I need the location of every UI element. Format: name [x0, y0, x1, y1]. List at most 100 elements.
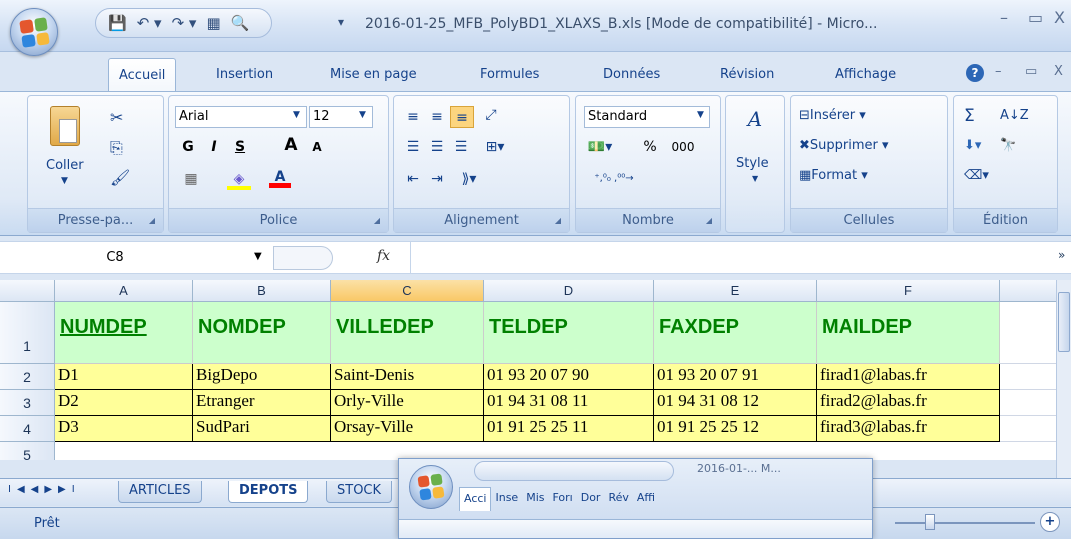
save-icon[interactable]: 💾: [108, 14, 127, 32]
style-icon[interactable]: A: [740, 108, 770, 130]
cell-faxdep-row4[interactable]: 01 91 25 25 12: [654, 416, 817, 442]
cell-villedep-row2[interactable]: Saint-Denis: [331, 364, 484, 390]
merge-center-icon[interactable]: ⊞▾: [480, 136, 510, 158]
cell-nomdep-row4[interactable]: SudPari: [193, 416, 331, 442]
zoom-thumb[interactable]: [925, 514, 935, 530]
overlay-tab-revision[interactable]: Rév: [604, 487, 632, 511]
number-format-combo[interactable]: Standard: [584, 106, 710, 128]
help-icon[interactable]: ?: [966, 64, 984, 82]
maximize-button[interactable]: ▭: [1028, 8, 1043, 27]
ribbon-minimize-button[interactable]: –: [995, 64, 1002, 79]
align-right-icon[interactable]: ☰: [450, 136, 472, 158]
tab-revision[interactable]: Révision: [710, 58, 784, 92]
row-header-2[interactable]: 2: [0, 364, 55, 390]
worksheet-grid[interactable]: A B C D E F 1 2 3 4 5 NUMDEP NOMDEP VILL…: [0, 280, 1060, 460]
font-name-dropdown-icon[interactable]: ▼: [293, 110, 300, 120]
header-cell-villedep[interactable]: VILLEDEP: [331, 302, 484, 364]
cell-teldep-row3[interactable]: 01 94 31 08 11: [484, 390, 654, 416]
header-cell-faxdep[interactable]: FAXDEP: [654, 302, 817, 364]
border-icon[interactable]: ▦: [179, 168, 203, 190]
find-icon[interactable]: 🔭: [1000, 138, 1016, 153]
overlay-tab-mise-en-page[interactable]: Mis: [522, 487, 548, 511]
cell-faxdep-row2[interactable]: 01 93 20 07 91: [654, 364, 817, 390]
undo-icon[interactable]: ↶ ▾: [137, 14, 162, 32]
vertical-scrollbar[interactable]: [1056, 280, 1071, 478]
header-cell-maildep[interactable]: MAILDEP: [817, 302, 1000, 364]
cell-nomdep-row2[interactable]: BigDepo: [193, 364, 331, 390]
row-header-4[interactable]: 4: [0, 416, 55, 442]
increase-indent-icon[interactable]: ⇥: [426, 168, 448, 190]
tab-accueil[interactable]: Accueil: [108, 58, 177, 92]
formula-input[interactable]: [410, 242, 1050, 273]
overlay-office-button[interactable]: [409, 465, 453, 509]
align-middle-icon[interactable]: ≡: [426, 106, 448, 128]
align-top-icon[interactable]: ≡: [402, 106, 424, 128]
overlay-tab-affichage[interactable]: Affi: [633, 487, 659, 511]
row-header-1[interactable]: 1: [0, 302, 55, 364]
format-button[interactable]: ▦Format ▾: [799, 168, 868, 183]
fill-icon[interactable]: ⬇▾: [964, 138, 981, 153]
style-button[interactable]: Style: [736, 156, 769, 171]
sheet-tab-depots[interactable]: DEPOTS: [228, 481, 309, 503]
overlay-tab-donnees[interactable]: Dor: [577, 487, 605, 511]
prev-sheet-button[interactable]: ◀: [31, 484, 45, 495]
italic-button[interactable]: I: [203, 136, 225, 158]
tab-mise-en-page[interactable]: Mise en page: [320, 58, 427, 92]
column-header-c[interactable]: C: [331, 280, 484, 302]
insert-button[interactable]: ⊟Insérer ▾: [799, 108, 866, 123]
font-launcher-icon[interactable]: ◢: [371, 215, 383, 227]
cell-teldep-row4[interactable]: 01 91 25 25 11: [484, 416, 654, 442]
name-box-dropdown-icon[interactable]: ▼: [254, 251, 262, 262]
delete-button[interactable]: ✖Supprimer ▾: [799, 138, 889, 153]
office-button[interactable]: [10, 8, 58, 56]
decimal-buttons-icon[interactable]: ⁺,⁰₀ ,⁰⁰→: [584, 168, 644, 190]
ribbon-close-button[interactable]: X: [1054, 64, 1063, 79]
cell-numdep-row4[interactable]: D3: [55, 416, 193, 442]
tab-donnees[interactable]: Données: [593, 58, 670, 92]
overlay-tab-accueil[interactable]: Acci: [459, 487, 492, 511]
cell-maildep-row4[interactable]: firad3@labas.fr: [817, 416, 1000, 442]
row-header-5[interactable]: 5: [0, 442, 55, 460]
sheet-tab-articles[interactable]: ARTICLES: [118, 481, 202, 503]
cell-villedep-row3[interactable]: Orly-Ville: [331, 390, 484, 416]
cell-villedep-row4[interactable]: Orsay-Ville: [331, 416, 484, 442]
empty-cell[interactable]: [1000, 390, 1060, 416]
cell-maildep-row2[interactable]: firad1@labas.fr: [817, 364, 1000, 390]
select-all-corner[interactable]: [0, 280, 55, 302]
font-color-icon[interactable]: A: [269, 166, 291, 188]
paste-button[interactable]: Coller: [46, 158, 84, 173]
empty-cell[interactable]: [1000, 416, 1060, 442]
align-bottom-icon[interactable]: ≡: [450, 106, 474, 128]
bold-button[interactable]: G: [177, 136, 199, 158]
format-painter-icon[interactable]: 🖌: [110, 168, 130, 187]
fill-color-icon[interactable]: ◈: [227, 168, 251, 190]
paste-dropdown-icon[interactable]: ▼: [61, 176, 68, 186]
last-sheet-button[interactable]: ▶I: [58, 484, 81, 495]
cell-faxdep-row3[interactable]: 01 94 31 08 12: [654, 390, 817, 416]
number-launcher-icon[interactable]: ◢: [703, 215, 715, 227]
column-header-e[interactable]: E: [654, 280, 817, 302]
cell-numdep-row2[interactable]: D1: [55, 364, 193, 390]
overlay-tab-insertion[interactable]: Inse: [491, 487, 522, 511]
column-header-d[interactable]: D: [484, 280, 654, 302]
copy-icon[interactable]: ⎘: [110, 138, 123, 158]
paste-icon[interactable]: [50, 106, 80, 146]
form-icon[interactable]: ▦: [206, 14, 220, 32]
sum-icon[interactable]: Σ: [964, 106, 975, 126]
style-dropdown-icon[interactable]: ▼: [752, 174, 758, 183]
name-box[interactable]: C8: [0, 242, 230, 273]
header-cell-nomdep[interactable]: NOMDEP: [193, 302, 331, 364]
column-header-b[interactable]: B: [193, 280, 331, 302]
empty-cell[interactable]: [1000, 302, 1060, 364]
cell-numdep-row3[interactable]: D2: [55, 390, 193, 416]
percent-button[interactable]: %: [640, 136, 660, 158]
sort-icon[interactable]: A↓Z: [1000, 108, 1029, 123]
tab-formules[interactable]: Formules: [470, 58, 549, 92]
overlay-excel-window[interactable]: 2016-01-... M... Acci Inse Mis Forı Dor …: [398, 458, 873, 539]
cell-teldep-row2[interactable]: 01 93 20 07 90: [484, 364, 654, 390]
font-name-combo[interactable]: Arial: [175, 106, 307, 128]
header-cell-numdep[interactable]: NUMDEP: [55, 302, 193, 364]
ribbon-restore-button[interactable]: ▭: [1025, 64, 1037, 79]
zoom-in-icon[interactable]: +: [1040, 512, 1060, 532]
column-header-a[interactable]: A: [55, 280, 193, 302]
